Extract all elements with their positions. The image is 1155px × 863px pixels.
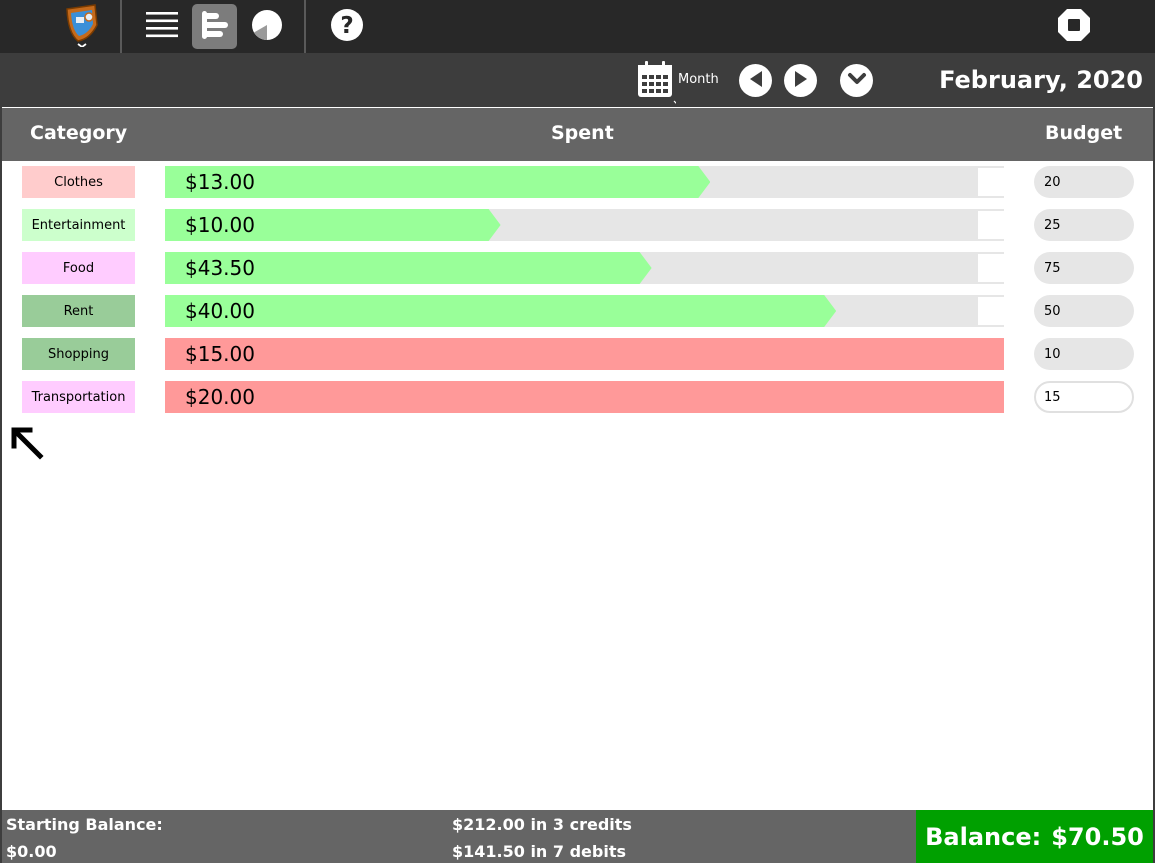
period-menu-button[interactable] xyxy=(840,64,873,97)
svg-text:?: ? xyxy=(340,13,353,39)
pie-chart-icon xyxy=(251,9,283,45)
spent-bar-fill xyxy=(165,381,1004,413)
spent-bar-fill xyxy=(165,295,836,327)
budget-row: Rent $40.00 xyxy=(0,294,1155,337)
header-category: Category xyxy=(30,122,128,144)
previous-period-button[interactable] xyxy=(739,64,772,97)
header-budget: Budget xyxy=(1045,122,1123,144)
help-button[interactable]: ? xyxy=(325,4,369,49)
bar-chart-icon xyxy=(199,9,231,45)
stop-button[interactable] xyxy=(1052,4,1096,49)
spent-bar: $10.00 xyxy=(165,209,1004,241)
budget-input[interactable] xyxy=(1034,252,1134,284)
list-view-button[interactable] xyxy=(140,4,184,49)
spent-bar: $40.00 xyxy=(165,295,1004,327)
toolbar-divider xyxy=(304,0,306,53)
spent-amount: $13.00 xyxy=(185,170,255,194)
starting-balance-label: Starting Balance: xyxy=(6,815,163,834)
period-bar: Month February, 2020 xyxy=(0,53,1155,107)
category-chip[interactable]: Shopping xyxy=(22,338,135,370)
budget-input[interactable] xyxy=(1034,209,1134,241)
toolbar: ? xyxy=(0,0,1155,53)
balance-value: $70.50 xyxy=(1051,822,1144,851)
category-chip[interactable]: Food xyxy=(22,252,135,284)
spent-bar: $15.00 xyxy=(165,338,1004,370)
stop-icon xyxy=(1057,8,1091,46)
budget-row: Food $43.50 xyxy=(0,251,1155,294)
category-chip[interactable]: Entertainment xyxy=(22,209,135,241)
spent-bar: $20.00 xyxy=(165,381,1004,413)
hamburger-list-icon xyxy=(145,10,179,44)
credits-summary: $212.00 in 3 credits xyxy=(452,815,632,834)
calendar-icon xyxy=(636,59,679,109)
spent-bar: $43.50 xyxy=(165,252,1004,284)
budget-input[interactable] xyxy=(1034,295,1134,327)
table-header: Category Spent Budget xyxy=(2,108,1153,161)
budget-input[interactable] xyxy=(1034,338,1134,370)
pie-chart-view-button[interactable] xyxy=(245,4,289,49)
spent-bar: $13.00 xyxy=(165,166,1004,198)
budget-rows: Clothes $13.00 Entertainment $10.00 Food… xyxy=(0,165,1155,423)
help-icon: ? xyxy=(330,8,364,46)
budget-input[interactable] xyxy=(1034,166,1134,198)
budget-bars-view-button[interactable] xyxy=(192,4,237,49)
spent-amount: $43.50 xyxy=(185,256,255,280)
triangle-left-icon xyxy=(748,70,764,92)
toolbar-divider xyxy=(120,0,122,53)
summary-footer: Starting Balance: $0.00 $212.00 in 3 cre… xyxy=(2,810,1153,863)
starting-balance-value: $0.00 xyxy=(6,842,57,861)
arrow-up-left-icon xyxy=(10,426,44,464)
triangle-right-icon xyxy=(793,70,809,92)
period-title: February, 2020 xyxy=(939,66,1143,94)
balance-box: Balance: $70.50 xyxy=(916,810,1153,863)
period-mode-button[interactable]: Month xyxy=(634,59,724,105)
balance-label: Balance: xyxy=(925,822,1042,851)
budget-row: Clothes $13.00 xyxy=(0,165,1155,208)
budget-row: Entertainment $10.00 xyxy=(0,208,1155,251)
header-spent: Spent xyxy=(551,122,614,144)
spent-amount: $10.00 xyxy=(185,213,255,237)
budget-row: Shopping $15.00 xyxy=(0,337,1155,380)
chevron-down-icon xyxy=(847,71,867,90)
category-chip[interactable]: Transportation xyxy=(22,381,135,413)
spent-amount: $20.00 xyxy=(185,385,255,409)
app-logo-icon xyxy=(62,3,102,51)
debits-summary: $141.50 in 7 debits xyxy=(452,842,627,861)
spent-amount: $15.00 xyxy=(185,342,255,366)
budget-row: Transportation $20.00 xyxy=(0,380,1155,423)
spent-bar-fill xyxy=(165,338,1004,370)
period-mode-label: Month xyxy=(678,72,719,87)
app-menu-button[interactable] xyxy=(58,3,106,51)
category-chip[interactable]: Clothes xyxy=(22,166,135,198)
next-period-button[interactable] xyxy=(784,64,817,97)
category-chip[interactable]: Rent xyxy=(22,295,135,327)
spent-amount: $40.00 xyxy=(185,299,255,323)
budget-input[interactable] xyxy=(1034,381,1134,413)
